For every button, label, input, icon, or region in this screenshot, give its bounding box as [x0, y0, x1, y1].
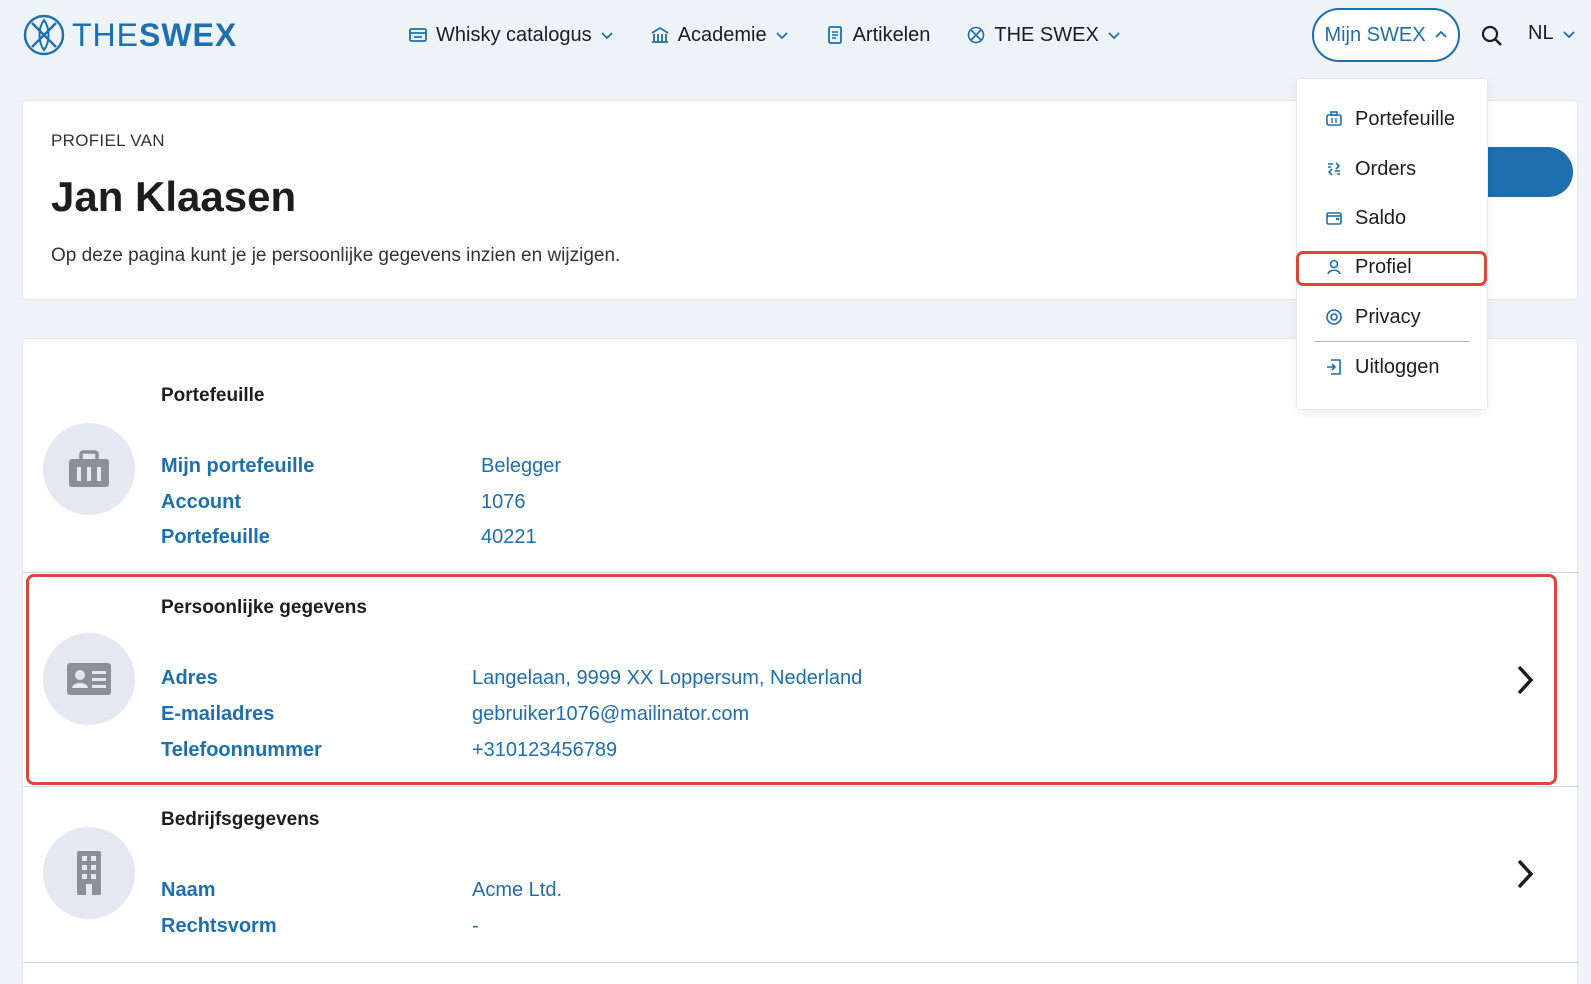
section-title: Bedrijfsgegevens [161, 809, 320, 830]
row-label: Telefoonnummer [161, 739, 322, 761]
eye-icon [1325, 308, 1343, 326]
logo-text: THESWEX [72, 16, 238, 53]
nav-artikelen[interactable]: Artikelen [825, 23, 931, 47]
dropdown-item-label: Profiel [1355, 255, 1412, 278]
section-title: Persoonlijke gegevens [161, 597, 367, 618]
orders-icon [1325, 160, 1343, 178]
nav-label: Artikelen [852, 23, 931, 46]
dropdown-item-label: Portefeuille [1355, 107, 1456, 130]
mijn-swex-button[interactable]: Mijn SWEX [1312, 8, 1460, 62]
chevron-right-icon[interactable] [1513, 663, 1537, 697]
row-label: Account [161, 491, 241, 513]
row-value: 1076 [481, 491, 526, 513]
profile-sections: Portefeuille Mijn portefeuille Belegger … [22, 338, 1579, 984]
nav-label: THE SWEX [994, 23, 1099, 46]
nav-academie[interactable]: Academie [650, 24, 789, 47]
section-title: Portefeuille [161, 385, 265, 406]
academy-icon [650, 25, 670, 45]
user-icon [1325, 258, 1343, 276]
chevron-down-icon [600, 28, 614, 42]
dropdown-item-profiel[interactable]: Profiel [1297, 247, 1489, 287]
row-label: Adres [161, 667, 218, 689]
dropdown-item-label: Uitloggen [1355, 355, 1440, 378]
logo[interactable]: THESWEX [20, 12, 237, 58]
row-value: - [472, 915, 479, 937]
language-selector[interactable]: NL [1528, 22, 1576, 45]
row-value: Langelaan, 9999 XX Loppersum, Nederland [472, 667, 863, 689]
nav-label: Whisky catalogus [436, 23, 592, 46]
chevron-right-icon[interactable] [1513, 857, 1537, 891]
search-icon[interactable] [1480, 24, 1504, 48]
dropdown-item-uitloggen[interactable]: Uitloggen [1297, 347, 1489, 387]
dropdown-item-privacy[interactable]: Privacy [1297, 297, 1489, 337]
chevron-down-icon [1107, 28, 1121, 42]
row-value: Belegger [481, 455, 562, 477]
section-avatar [43, 633, 135, 725]
articles-icon [825, 25, 845, 45]
chevron-down-icon [1562, 27, 1576, 41]
dropdown-divider [1315, 341, 1469, 342]
top-header: THESWEX Whisky catalogus Academie Artike… [0, 0, 1591, 72]
catalog-icon [408, 25, 428, 45]
language-label: NL [1528, 22, 1554, 44]
profile-subtitle: PROFIEL VAN [51, 131, 165, 150]
page-title: Jan Klaasen [51, 173, 297, 220]
page-description: Op deze pagina kunt je je persoonlijke g… [51, 245, 621, 266]
dropdown-item-label: Saldo [1355, 206, 1407, 229]
row-label: Portefeuille [161, 526, 270, 548]
nav-whisky-catalogus[interactable]: Whisky catalogus [408, 24, 614, 47]
row-value: +310123456789 [472, 739, 618, 761]
section-avatar [43, 423, 135, 515]
logout-icon [1325, 358, 1343, 376]
dropdown-item-label: Orders [1355, 157, 1417, 180]
section-persoonlijke-gegevens[interactable]: Persoonlijke gegevens Adres Langelaan, 9… [23, 573, 1579, 787]
mijn-swex-dropdown: Portefeuille Orders Saldo Profiel Privac… [1296, 78, 1488, 410]
section-avatar [43, 827, 135, 919]
section-bedrijfsgegevens[interactable]: Bedrijfsgegevens Naam Acme Ltd. Rechtsvo… [23, 787, 1579, 963]
building-icon [77, 851, 101, 895]
row-label: Rechtsvorm [161, 915, 277, 937]
briefcase-icon [1325, 110, 1343, 128]
dropdown-item-orders[interactable]: Orders [1297, 149, 1489, 189]
briefcase-icon [69, 450, 109, 487]
swex-icon [966, 25, 986, 45]
chevron-up-icon [1434, 28, 1448, 42]
swex-logo-icon [23, 14, 65, 56]
row-label: E-mailadres [161, 703, 275, 725]
nav-the-swex[interactable]: THE SWEX [966, 24, 1120, 47]
id-card-icon [67, 663, 111, 695]
dropdown-item-label: Privacy [1355, 305, 1421, 328]
mijn-swex-label: Mijn SWEX [1324, 23, 1426, 46]
chevron-down-icon [775, 28, 789, 42]
row-value: 40221 [481, 526, 537, 548]
dropdown-item-portefeuille[interactable]: Portefeuille [1297, 99, 1489, 139]
row-label: Mijn portefeuille [161, 455, 315, 477]
dropdown-item-saldo[interactable]: Saldo [1297, 198, 1489, 238]
main-nav: Whisky catalogus Academie Artikelen THE … [408, 18, 1157, 52]
nav-label: Academie [677, 23, 767, 46]
wallet-icon [1325, 209, 1343, 227]
row-value: Acme Ltd. [472, 879, 563, 901]
row-value: gebruiker1076@mailinator.com [472, 703, 750, 725]
row-label: Naam [161, 879, 216, 901]
